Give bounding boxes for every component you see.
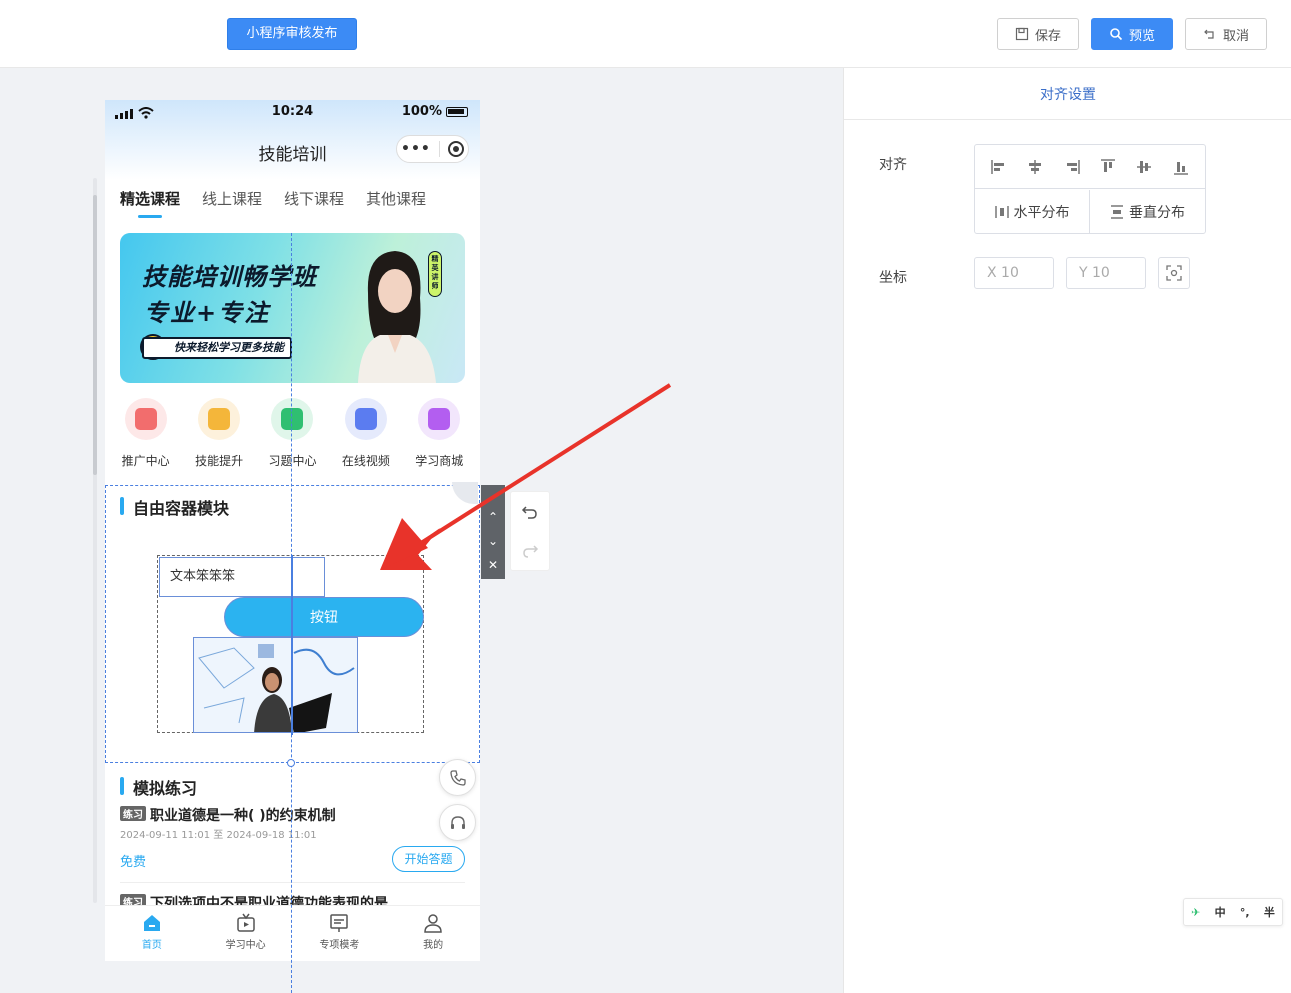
practice-date: 2024-09-11 11:01 至 2024-09-18 11:01 [120, 830, 317, 841]
gift-icon [124, 398, 167, 440]
canvas-scrollbar-thumb[interactable] [93, 195, 97, 475]
entry-label: 推广中心 [121, 454, 170, 468]
banner-tagline: 快来轻松学习更多技能 [142, 337, 292, 359]
start-answer-button[interactable]: 开始答题 [392, 846, 465, 872]
preview-button[interactable]: 预览 [1091, 18, 1173, 50]
entry-label: 习题中心 [268, 454, 317, 468]
align-middle-v-icon[interactable] [1135, 158, 1153, 176]
save-icon [1015, 27, 1029, 41]
y-coordinate-input[interactable]: Y 10 [1066, 257, 1146, 289]
ime-width[interactable]: 半 [1264, 904, 1275, 920]
tabbar-label: 首页 [141, 940, 162, 951]
entry-skill-up[interactable]: 技能提升 [184, 398, 254, 469]
phone-icon [449, 769, 466, 786]
bottom-tabbar: 首页 学习中心 专项模考 我的 [105, 905, 480, 961]
practice-price: 免费 [120, 855, 147, 870]
align-label: 对齐 [879, 157, 907, 173]
close-target-icon[interactable] [447, 141, 464, 157]
tab-online[interactable]: 线上课程 [202, 188, 262, 209]
instructor-photo [358, 251, 436, 383]
focus-target-icon [1166, 265, 1182, 281]
entry-exercises[interactable]: 习题中心 [257, 398, 327, 469]
align-center-h-icon[interactable] [1026, 158, 1044, 176]
distribute-vertical-icon [1111, 204, 1123, 219]
align-bottom-icon[interactable] [1172, 158, 1190, 176]
battery-status: 100% [402, 104, 468, 119]
alignment-guide-solid [291, 555, 293, 735]
practice-item-title[interactable]: 练习 职业道德是一种( )的约束机制 [120, 805, 336, 825]
save-button[interactable]: 保存 [997, 18, 1079, 50]
ime-toolbar[interactable]: ✈ 中 °, 半 [1183, 898, 1283, 926]
tabbar-label: 我的 [423, 940, 444, 951]
home-icon [143, 915, 160, 931]
tabbar-label: 专项模考 [319, 940, 360, 951]
search-icon [1110, 28, 1123, 41]
resize-handle[interactable] [287, 759, 295, 767]
tabbar-mock-exam[interactable]: 专项模考 [293, 906, 387, 961]
entry-promotion[interactable]: 推广中心 [111, 398, 181, 469]
distribute-horizontal-button[interactable]: 水平分布 [975, 190, 1090, 233]
x-coordinate-input[interactable]: X 10 [974, 257, 1054, 289]
annotation-arrow [380, 383, 672, 570]
practice-question: 职业道德是一种( )的约束机制 [150, 808, 336, 824]
capsule-divider [438, 141, 440, 157]
tabbar-home[interactable]: 首页 [105, 906, 199, 961]
more-icon[interactable]: ••• [401, 141, 431, 157]
battery-icon [446, 106, 468, 117]
promo-banner[interactable]: 技能培训畅学班 专业+专注 快来轻松学习更多技能 精英讲师 [120, 233, 465, 383]
phone-header: 10:24 100% 技能培训 ••• [105, 100, 480, 180]
tabbar-mine[interactable]: 我的 [386, 906, 480, 961]
preview-label: 预览 [1128, 28, 1155, 44]
align-controls: 水平分布 垂直分布 [974, 144, 1206, 234]
property-panel: 对齐设置 对齐 水平分布 垂直分布 坐标 X 10 Y 10 [843, 68, 1291, 993]
battery-percent: 100% [401, 104, 442, 119]
save-label: 保存 [1034, 28, 1061, 44]
cancel-button[interactable]: 取消 [1185, 18, 1267, 50]
banner-subheadline: 专业+专注 [144, 299, 271, 327]
user-icon [424, 914, 442, 933]
distribute-horizontal-label: 水平分布 [1013, 204, 1070, 221]
coord-label: 坐标 [879, 270, 907, 286]
practice-tag: 练习 [120, 806, 146, 821]
panel-tab-align[interactable]: 对齐设置 [844, 84, 1291, 104]
distribute-vertical-label: 垂直分布 [1129, 204, 1185, 221]
align-top-icon[interactable] [1099, 158, 1117, 176]
tabbar-label: 学习中心 [225, 940, 266, 951]
list-divider [120, 882, 465, 883]
miniprogram-capsule[interactable]: ••• [396, 135, 469, 163]
publish-review-button[interactable]: 小程序审核发布 [227, 18, 357, 50]
align-buttons-row [975, 145, 1205, 189]
tab-featured[interactable]: 精选课程 [120, 188, 180, 218]
panel-divider [844, 119, 1291, 120]
cancel-label: 取消 [1222, 28, 1249, 44]
ime-logo-icon: ✈ [1191, 905, 1201, 919]
book-icon [271, 398, 314, 440]
exam-board-icon [330, 914, 349, 932]
distribute-horizontal-icon [994, 205, 1009, 218]
elite-lecturer-badge: 精英讲师 [428, 251, 442, 297]
ime-lang[interactable]: 中 [1215, 904, 1226, 920]
customer-service-button[interactable] [439, 804, 476, 841]
locate-button[interactable] [1158, 257, 1190, 289]
align-left-icon[interactable] [990, 158, 1008, 176]
tv-icon [236, 913, 255, 932]
tabbar-study[interactable]: 学习中心 [199, 906, 293, 961]
tab-offline[interactable]: 线下课程 [284, 188, 344, 209]
tab-other[interactable]: 其他课程 [366, 188, 426, 209]
distribute-vertical-button[interactable]: 垂直分布 [1090, 190, 1205, 233]
entry-label: 技能提升 [195, 454, 244, 468]
course-tabs: 精选课程 线上课程 线下课程 其他课程 [120, 188, 426, 218]
align-right-icon[interactable] [1063, 158, 1081, 176]
ime-punct[interactable]: °, [1240, 906, 1250, 919]
phone-call-button[interactable] [439, 759, 476, 796]
return-icon [1204, 29, 1214, 39]
practice-title: 模拟练习 [120, 775, 197, 799]
top-toolbar: 小程序审核发布 保存 预览 取消 [0, 0, 1291, 68]
headset-icon [450, 815, 465, 829]
clipboard-icon [198, 398, 241, 440]
